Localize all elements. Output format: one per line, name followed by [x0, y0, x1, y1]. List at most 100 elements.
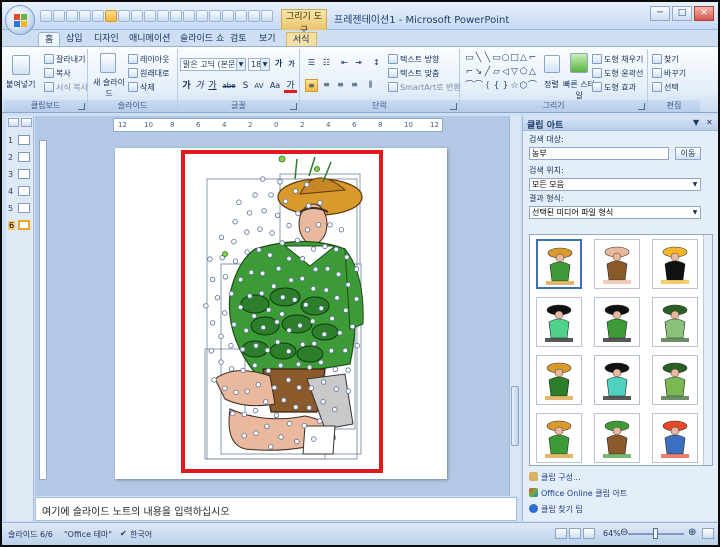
char-spacing-button[interactable]: AV [251, 80, 267, 93]
resize-handle[interactable] [304, 227, 311, 233]
resize-handle[interactable] [214, 294, 221, 301]
resize-handle[interactable] [292, 188, 299, 194]
italic-button[interactable]: 가 [193, 80, 206, 93]
dialog-launcher-icon[interactable] [638, 103, 645, 110]
resize-handle[interactable] [230, 410, 236, 417]
clipart-result-farmer-wheelbarrow[interactable] [594, 239, 640, 289]
resize-handle[interactable] [261, 208, 267, 214]
resize-handle[interactable] [349, 323, 356, 330]
quick-access-button[interactable] [144, 10, 156, 22]
resize-handle[interactable] [247, 293, 253, 299]
results-scrollbar[interactable] [703, 235, 712, 465]
zoom-slider-knob[interactable] [653, 528, 658, 539]
resize-handle[interactable] [286, 222, 292, 229]
resize-handle[interactable] [332, 406, 338, 413]
resize-handle[interactable] [236, 199, 242, 205]
resize-handle[interactable] [312, 266, 319, 272]
resize-handle[interactable] [269, 230, 275, 236]
selected-clipart[interactable] [181, 150, 383, 473]
resize-handle[interactable] [299, 275, 305, 282]
close-button[interactable]: ✕ [694, 6, 714, 21]
zoom-level[interactable]: 64% [603, 529, 621, 538]
quick-access-button[interactable] [261, 10, 273, 22]
dialog-launcher-icon[interactable] [290, 103, 297, 110]
tab-view[interactable]: 보기 [253, 32, 282, 47]
resize-handle[interactable] [281, 397, 287, 403]
quick-access-button[interactable] [118, 10, 130, 22]
resize-handle[interactable] [277, 179, 283, 185]
slide-thumbnail[interactable]: 1 [8, 134, 32, 148]
office-button[interactable] [5, 5, 35, 35]
resize-handle[interactable] [301, 423, 307, 429]
indent-decrease-icon[interactable]: ⇤ [338, 57, 351, 70]
resize-handle[interactable] [344, 254, 350, 260]
new-slide-button[interactable]: 새 슬라이드 [92, 77, 126, 99]
resize-handle[interactable] [317, 200, 323, 206]
strikethrough-button[interactable]: abe [220, 80, 238, 93]
resize-handle[interactable] [231, 321, 237, 328]
resize-handle[interactable] [299, 255, 306, 262]
resize-handle[interactable] [209, 320, 216, 326]
resize-handle[interactable] [252, 407, 259, 414]
resize-handle[interactable] [333, 246, 339, 253]
shape-item-icon[interactable]: △ [527, 67, 538, 78]
cut-button[interactable]: 잘라내기 [44, 54, 85, 65]
paste-button[interactable]: 붙여넣기 [6, 79, 35, 90]
resize-handle[interactable] [297, 322, 303, 329]
slides-tab-icon[interactable] [8, 118, 19, 127]
format-painter-button[interactable]: 서식 복사 [44, 82, 88, 93]
spellcheck-icon[interactable]: ✔ [120, 529, 127, 538]
delete-slide-button[interactable]: 삭제 [128, 82, 155, 93]
numbering-icon[interactable]: ☷ [320, 57, 333, 70]
resize-handle[interactable] [218, 333, 224, 340]
shape-fill-button[interactable]: 도형 채우기 [592, 54, 643, 65]
search-input[interactable]: 농부 [529, 147, 669, 160]
resize-handle[interactable] [279, 240, 285, 246]
columns-icon[interactable]: ⫼ [364, 79, 377, 92]
bullets-icon[interactable]: ☰ [305, 57, 318, 70]
quick-access-button[interactable] [248, 10, 260, 22]
resize-handle[interactable] [228, 290, 235, 297]
resize-handle[interactable] [309, 318, 316, 324]
resize-handle[interactable] [262, 399, 269, 405]
slide-canvas[interactable] [115, 148, 447, 479]
resize-handle[interactable] [320, 379, 327, 385]
resize-handle[interactable] [239, 346, 246, 353]
shape-item-icon[interactable]: ⌐ [527, 53, 538, 64]
resize-handle[interactable] [274, 339, 281, 345]
tab-home[interactable]: 홈 [38, 32, 61, 47]
notes-pane[interactable]: 여기에 슬라이드 노트의 내용을 입력하십시오 [35, 497, 517, 521]
resize-handle[interactable] [246, 210, 253, 216]
resize-handle[interactable] [240, 367, 246, 374]
resize-handle[interactable] [264, 423, 270, 429]
resize-handle[interactable] [345, 388, 352, 394]
font-name-combo[interactable]: 맑은 고딕 (본문 ▼ [180, 58, 246, 71]
resize-handle[interactable] [243, 327, 249, 334]
resize-handle[interactable] [353, 266, 360, 272]
resize-handle[interactable] [251, 313, 257, 319]
resize-handle[interactable] [221, 310, 228, 316]
context-tab-drawing-tools[interactable]: 그리기 도구 [281, 9, 327, 36]
search-location-select[interactable]: 모든 모음 ▼ [529, 178, 701, 191]
dialog-launcher-icon[interactable] [450, 103, 457, 110]
maximize-button[interactable]: □ [672, 6, 692, 21]
resize-handle[interactable] [282, 198, 289, 204]
vertical-scrollbar[interactable] [509, 116, 520, 496]
clipart-result-farmer-harvest[interactable] [536, 413, 582, 463]
resize-handle[interactable] [233, 389, 239, 396]
resize-handle[interactable] [211, 377, 217, 383]
quick-access-button[interactable] [92, 10, 104, 22]
resize-handle[interactable] [334, 295, 340, 301]
resize-handle[interactable] [274, 212, 281, 218]
resize-handle[interactable] [296, 384, 302, 391]
reset-button[interactable]: 원래대로 [128, 68, 169, 79]
resize-handle[interactable] [248, 269, 254, 276]
resize-handle[interactable] [299, 341, 306, 348]
resize-handle[interactable] [260, 176, 266, 182]
resize-handle[interactable] [218, 234, 225, 240]
resize-handle[interactable] [241, 433, 247, 439]
slide-thumbnail[interactable]: 4 [8, 185, 32, 199]
quick-access-button[interactable] [235, 10, 247, 22]
resize-handle[interactable] [320, 399, 326, 405]
clipart-result-farm-tool-green[interactable] [536, 297, 582, 347]
